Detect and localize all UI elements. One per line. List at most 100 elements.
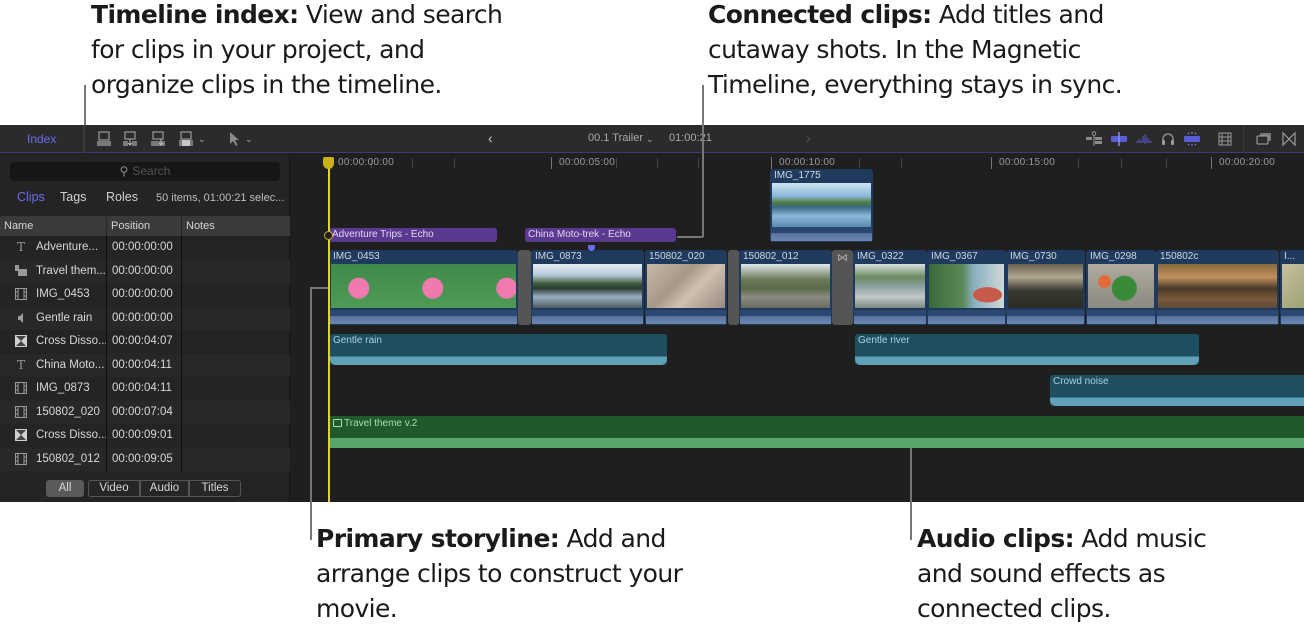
clip-thumbnail: [741, 264, 830, 308]
playhead-handle[interactable]: [323, 157, 334, 169]
audio-clip[interactable]: Gentle river: [855, 334, 1199, 365]
transition-clip[interactable]: ⋈: [832, 250, 853, 325]
playhead[interactable]: [328, 158, 330, 502]
table-row[interactable]: Gentle rain 00:00:00:00: [0, 306, 290, 330]
storyline-clip[interactable]: IMG_0453: [329, 250, 518, 325]
storyline-clip[interactable]: IMG_0322: [853, 250, 927, 325]
music-clip[interactable]: Travel theme v.2: [330, 416, 1304, 448]
callout-audio-clips: Audio clips: Add music and sound effects…: [917, 521, 1247, 626]
table-row[interactable]: 150802_012 00:00:09:05: [0, 447, 290, 471]
chevron-down-icon[interactable]: ⌄: [198, 134, 206, 145]
audio-skimming-icon[interactable]: [1135, 131, 1153, 147]
clip-name: 150802_020: [36, 405, 100, 418]
filter-video-button[interactable]: Video: [88, 480, 140, 497]
clip-skimming-icon[interactable]: [1110, 131, 1128, 147]
table-row[interactable]: 150802_020 00:00:07:04: [0, 400, 290, 424]
transition-icon: [14, 429, 28, 442]
tab-clips[interactable]: Clips: [17, 190, 45, 204]
transitions-browser-icon[interactable]: [1282, 131, 1296, 147]
toolbar-divider: [1243, 125, 1244, 153]
transition-clip[interactable]: [728, 250, 739, 325]
filter-audio-button[interactable]: Audio: [140, 480, 189, 497]
clip-name: Cross Disso...: [36, 429, 108, 441]
clip-appearance-icon[interactable]: [1218, 131, 1232, 147]
storyline-clip[interactable]: IMG_0367: [927, 250, 1006, 325]
clip-position: 00:00:04:11: [112, 382, 172, 394]
storyline-clip[interactable]: IMG_0730: [1006, 250, 1085, 325]
search-input[interactable]: ⚲ Search: [10, 162, 280, 181]
table-row[interactable]: Cross Disso... 00:00:09:01: [0, 424, 290, 448]
column-notes[interactable]: Notes: [186, 220, 215, 232]
select-tool-icon[interactable]: [228, 131, 240, 147]
column-divider[interactable]: [181, 216, 182, 236]
skimming-icon[interactable]: [1085, 131, 1103, 147]
title-clip[interactable]: Adventure Trips - Echo: [329, 228, 497, 242]
table-row[interactable]: Travel them... 00:00:00:00: [0, 259, 290, 283]
transition-clip[interactable]: [518, 250, 531, 325]
ruler-tick: [412, 158, 413, 168]
clip-label: IMG_0367: [931, 251, 978, 262]
chevron-down-icon[interactable]: ⌄: [646, 134, 654, 145]
clip-thumbnail: [855, 264, 925, 308]
headphones-solo-icon[interactable]: [1160, 131, 1176, 147]
film-icon: [14, 405, 28, 419]
music-icon: [333, 419, 342, 427]
index-button[interactable]: Index: [27, 132, 56, 146]
tab-roles[interactable]: Roles: [106, 190, 138, 204]
column-name[interactable]: Name: [4, 220, 33, 232]
ruler-tick: [859, 158, 860, 168]
audio-clip[interactable]: Gentle rain: [330, 334, 667, 365]
tab-tags[interactable]: Tags: [60, 190, 86, 204]
effects-browser-icon[interactable]: [1256, 131, 1272, 147]
clip-label: Adventure Trips - Echo: [332, 229, 434, 240]
cross-dissolve-icon: ⋈: [837, 252, 848, 264]
filter-all-button[interactable]: All: [46, 480, 84, 497]
table-row[interactable]: T Adventure... 00:00:00:00: [0, 236, 290, 260]
magnetic-timeline[interactable]: 00:00:00:00 00:00:05:00 00:00:10:00 00:0…: [291, 154, 1304, 502]
table-row[interactable]: T China Moto... 00:00:04:11: [0, 353, 290, 377]
storyline-clip[interactable]: IMG_0873: [531, 250, 644, 325]
storyline-clip[interactable]: IMG_0298: [1086, 250, 1156, 325]
storyline-clip[interactable]: 150802c: [1156, 250, 1279, 325]
title-clip[interactable]: China Moto-trek - Echo: [525, 228, 676, 242]
audio-waveform: [1281, 310, 1304, 324]
table-row[interactable]: IMG_0453 00:00:00:00: [0, 283, 290, 307]
audio-clip[interactable]: Crowd noise: [1050, 375, 1304, 406]
audio-waveform: [330, 310, 517, 324]
connect-clip-icon[interactable]: [150, 131, 166, 147]
insert-clip-icon[interactable]: [122, 131, 138, 147]
table-row[interactable]: IMG_0873 00:00:04:11: [0, 377, 290, 401]
ruler-tick: [771, 157, 772, 169]
storyline-clip[interactable]: 150802_020: [645, 250, 727, 325]
callout-connected-clips: Connected clips: Add titles and cutaway …: [708, 0, 1168, 102]
table-row[interactable]: Cross Disso... 00:00:04:07: [0, 330, 290, 354]
ruler-tick: [551, 157, 552, 169]
clip-label: Gentle river: [858, 335, 910, 346]
storyline-clip[interactable]: I...: [1280, 250, 1304, 325]
snapping-icon[interactable]: [1183, 131, 1201, 147]
clip-name: China Moto...: [36, 358, 105, 371]
column-position[interactable]: Position: [111, 220, 150, 232]
clip-label: 150802_020: [649, 251, 705, 262]
ruler-label: 00:00:00:00: [338, 157, 395, 168]
column-divider[interactable]: [106, 216, 107, 236]
title-icon: T: [16, 240, 25, 254]
ruler-tick: [698, 158, 699, 168]
filter-titles-button[interactable]: Titles: [189, 480, 241, 497]
back-button[interactable]: ‹: [488, 130, 493, 146]
audio-waveform: [928, 310, 1005, 324]
audio-waveform: [532, 310, 643, 324]
forward-button[interactable]: ›: [806, 130, 811, 146]
project-name-menu[interactable]: 00.1 Trailer: [588, 132, 643, 144]
audio-waveform: [330, 433, 1304, 448]
storyline-clip[interactable]: 150802_012: [739, 250, 832, 325]
clip-label: IMG_0873: [535, 251, 582, 262]
clip-position: 00:00:00:00: [112, 288, 173, 300]
chevron-down-icon[interactable]: ⌄: [245, 134, 253, 145]
clip-thumbnail: [1008, 264, 1083, 308]
append-clip-icon[interactable]: [96, 131, 112, 147]
ruler-tick: [1121, 158, 1122, 168]
connected-video-clip[interactable]: IMG_1775: [770, 169, 873, 242]
audio-waveform: [854, 310, 926, 324]
overwrite-clip-icon[interactable]: [178, 131, 194, 147]
